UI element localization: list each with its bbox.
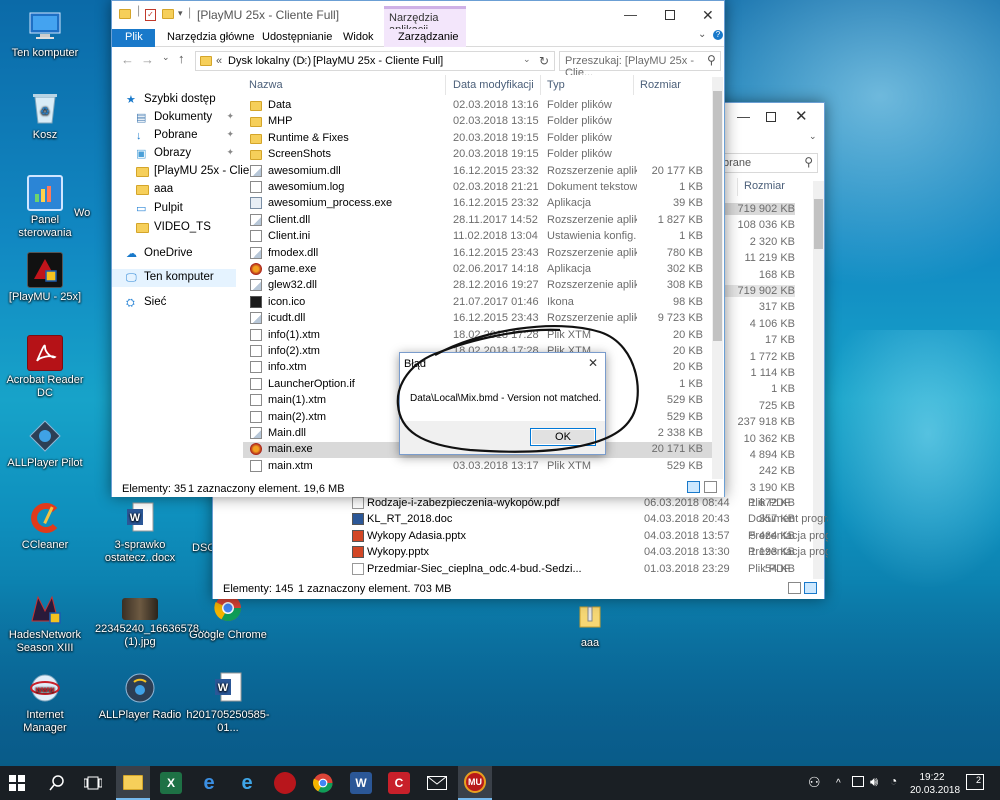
- taskbar: [0, 766, 1000, 800]
- chrome-icon: [313, 773, 333, 793]
- mail-icon: [427, 776, 447, 790]
- taskbar-internet-explorer[interactable]: e: [230, 766, 264, 800]
- chevron-up-icon[interactable]: ^: [836, 778, 841, 789]
- annotation-circle: [396, 324, 639, 453]
- clock[interactable]: 19:22 20.03.2018: [910, 771, 961, 797]
- task-view-button[interactable]: [76, 766, 110, 800]
- word-icon: W: [350, 772, 372, 794]
- taskbar-edge[interactable]: e: [192, 766, 226, 800]
- game-icon: MU: [464, 771, 486, 793]
- search-icon: [49, 775, 64, 791]
- tray-app-icon[interactable]: [852, 776, 864, 787]
- clock-date: 20.03.2018: [910, 785, 961, 796]
- taskbar-red-app[interactable]: [268, 766, 302, 800]
- action-center-icon[interactable]: 2: [966, 774, 984, 790]
- people-icon[interactable]: ⚇: [808, 774, 821, 791]
- wifi-icon[interactable]: ◔: [890, 774, 897, 788]
- start-button[interactable]: [0, 766, 34, 800]
- folder-icon: [123, 774, 143, 790]
- excel-icon: X: [160, 772, 182, 794]
- taskbar-excel[interactable]: X: [154, 766, 188, 800]
- search-button[interactable]: [40, 766, 74, 800]
- volume-icon[interactable]: 🔊︎: [870, 774, 878, 790]
- taskbar-file-explorer[interactable]: [116, 766, 150, 800]
- taskbar-word[interactable]: W: [344, 766, 378, 800]
- taskbar-ccleaner[interactable]: C: [382, 766, 416, 800]
- ccleaner-icon: C: [388, 772, 410, 794]
- internet-explorer-icon: e: [241, 771, 253, 794]
- taskbar-game[interactable]: MU: [458, 766, 492, 800]
- notification-count: 2: [975, 775, 981, 785]
- taskbar-chrome[interactable]: [306, 766, 340, 800]
- clock-time: 19:22: [919, 772, 945, 783]
- edge-icon: e: [203, 771, 215, 794]
- taskbar-mail[interactable]: [420, 766, 454, 800]
- task-view-icon: [84, 776, 102, 790]
- red-app-icon: [274, 772, 296, 794]
